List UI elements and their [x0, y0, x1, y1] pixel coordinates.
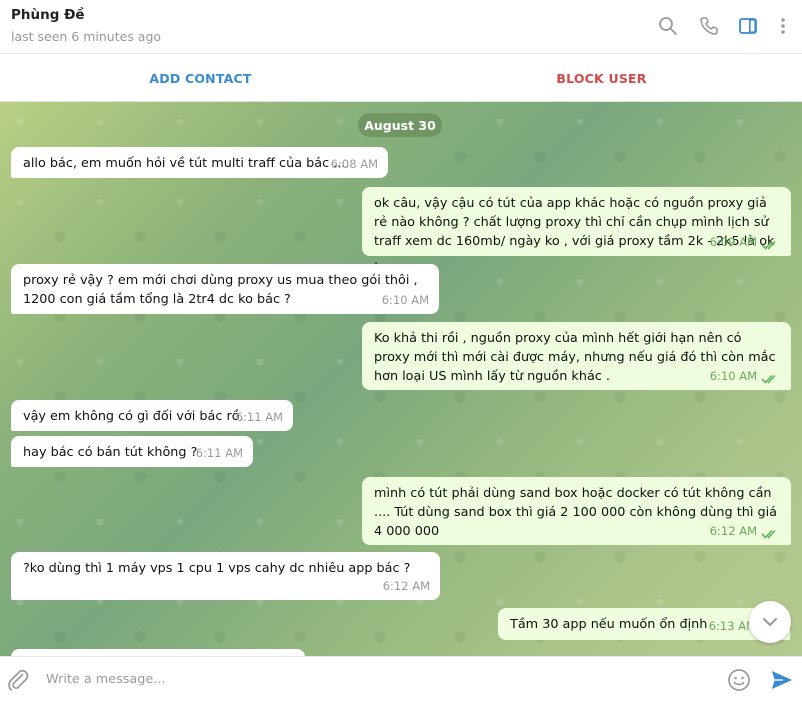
chevron-down-icon — [763, 618, 777, 626]
phone-icon[interactable] — [697, 14, 721, 38]
double-check-icon — [761, 374, 776, 384]
message-time: 6:09 AM — [709, 235, 757, 249]
sidebar-toggle-icon[interactable] — [736, 14, 760, 38]
incoming-message[interactable]: hay bác có bán tút không ? 6:11 AM — [11, 436, 253, 467]
search-icon[interactable] — [656, 14, 680, 38]
message-text: ok câu, vậy cậu có tút của app khác hoặc… — [374, 196, 775, 268]
message-time: 6:11 AM — [195, 446, 243, 460]
incoming-message[interactable]: proxy rẻ vậy ? em mới chơi dùng proxy us… — [11, 264, 439, 314]
message-text: Tầm 30 app nếu muốn ổn định — [510, 617, 708, 632]
message-time: 6:12 AM — [709, 524, 757, 538]
message-time: 6:08 AM — [330, 157, 378, 171]
incoming-message-partial[interactable] — [11, 649, 305, 656]
message-composer — [0, 656, 802, 701]
message-time: 6:11 AM — [235, 410, 283, 424]
send-icon[interactable] — [770, 668, 794, 692]
incoming-message[interactable]: allo bác, em muốn hỏi về tút multi traff… — [11, 147, 388, 178]
message-time: 6:10 AM — [709, 369, 757, 383]
more-vertical-icon[interactable] — [771, 14, 795, 38]
emoji-icon[interactable] — [727, 668, 751, 692]
incoming-message[interactable]: vậy em không có gì đối với bác rồ. 6:11 … — [11, 400, 293, 431]
outgoing-message[interactable]: ok câu, vậy cậu có tút của app khác hoặc… — [362, 187, 791, 268]
chat-header: Phùng Đề last seen 6 minutes ago — [0, 0, 802, 54]
block-user-button[interactable]: BLOCK USER — [401, 54, 802, 102]
outgoing-message[interactable]: Tầm 30 app nếu muốn ổn định 6:13 AM — [498, 608, 790, 640]
message-text: ?ko dùng thì 1 máy vps 1 cpu 1 vps cahy … — [23, 561, 411, 576]
message-list[interactable]: August 30 allo bác, em muốn hỏi về tút m… — [0, 102, 802, 656]
last-seen-status: last seen 6 minutes ago — [11, 29, 162, 44]
outgoing-message[interactable]: mình có tút phải dùng sand box hoặc dock… — [362, 477, 791, 545]
scroll-down-button[interactable] — [749, 601, 791, 643]
add-contact-button[interactable]: ADD CONTACT — [0, 54, 401, 102]
message-text: hay bác có bán tút không ? — [23, 445, 198, 460]
message-time: 6:12 AM — [382, 579, 430, 593]
message-text: vậy em không có gì đối với bác rồ. — [23, 409, 244, 424]
date-separator: August 30 — [358, 113, 442, 137]
message-time: 6:10 AM — [381, 293, 429, 307]
attach-icon[interactable] — [6, 668, 30, 692]
double-check-icon — [761, 240, 776, 250]
double-check-icon — [761, 529, 776, 539]
contact-action-bar: ADD CONTACT BLOCK USER — [0, 54, 802, 102]
incoming-message[interactable]: ?ko dùng thì 1 máy vps 1 cpu 1 vps cahy … — [11, 552, 440, 600]
message-text: proxy rẻ vậy ? em mới chơi dùng proxy us… — [23, 273, 418, 307]
message-input[interactable] — [46, 666, 706, 692]
outgoing-message[interactable]: Ko khả thi rồi , nguồn proxy của mình hế… — [362, 322, 791, 390]
contact-name[interactable]: Phùng Đề — [11, 7, 85, 23]
message-text: allo bác, em muốn hỏi về tút multi traff… — [23, 156, 350, 171]
